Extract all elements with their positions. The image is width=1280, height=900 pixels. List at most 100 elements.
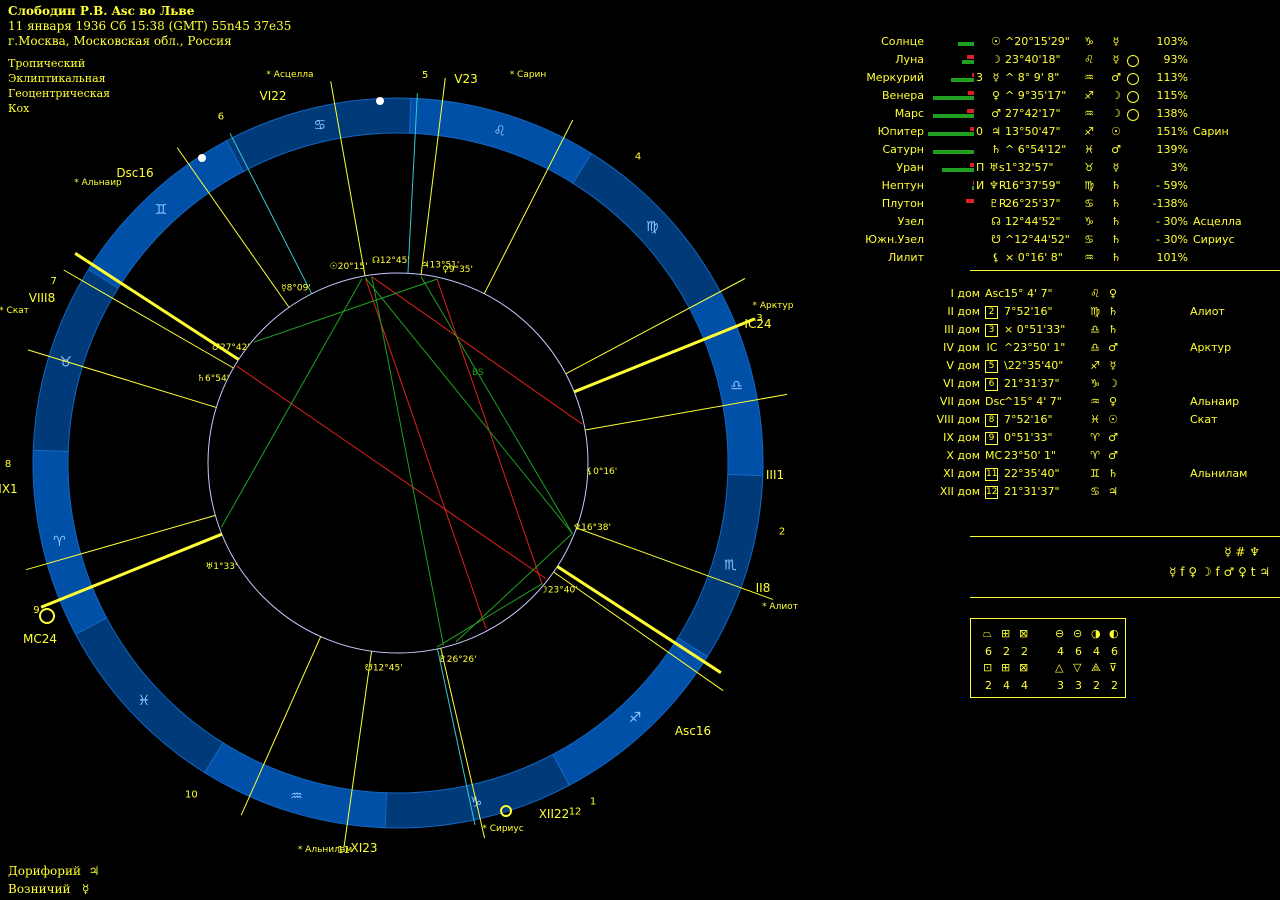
house-cusp-position: × 0°51'33" — [1004, 323, 1066, 336]
sign-icon: ♓ — [1090, 413, 1100, 426]
jupiter-icon: ♃ — [88, 864, 100, 878]
planet-name: Узел — [897, 215, 924, 228]
planet-icon: ☿ — [992, 71, 1000, 84]
house-row[interactable]: X дом MC 23°50' 1" ♈ ♂ — [850, 447, 1280, 465]
house-row[interactable]: XII дом 12 21°31'37" ♋ ♃ — [850, 483, 1280, 501]
house-number: 1 — [590, 797, 596, 808]
planet-position: ^ 9°35'17" — [1005, 89, 1067, 102]
planet-row[interactable]: Нептун И ♆R 16°37'59" ♍ ♄ - 59% — [850, 177, 1280, 195]
house-name: V дом — [946, 359, 980, 372]
planet-position: 16°37'59" — [1005, 179, 1061, 192]
planet-strength-bar — [928, 53, 974, 67]
sign-icon: ♓ — [1084, 143, 1094, 156]
sign-icon: ♑ — [1090, 377, 1100, 390]
house-row[interactable]: XI дом 11 22°35'40" ♊ ♄ Альнилам — [850, 465, 1280, 483]
stat-value: 6 — [1075, 645, 1082, 658]
planet-icon: ♂ — [991, 107, 1001, 120]
planet-row[interactable]: Южн.Узел ☋ ^12°44'52" ♋ ♄ - 30% Сириус — [850, 231, 1280, 249]
planet-row[interactable]: Плутон ♇R 26°25'37" ♋ ♄ -138% — [850, 195, 1280, 213]
ruler-icon: ♂ — [1111, 71, 1121, 84]
house-row[interactable]: VIII дом 8 7°52'16" ♓ ☉ Скат — [850, 411, 1280, 429]
sign-icon: ♒ — [1084, 71, 1094, 84]
ruler-icon: ☽ — [1111, 107, 1121, 120]
ruler-icon: ☿ — [1112, 53, 1120, 66]
planet-strength-bar — [928, 197, 974, 211]
ruler-icon: ♀ — [1108, 287, 1118, 300]
chart-footer: Дорифорий ♃ Возничий ☿ — [8, 862, 99, 898]
sign-icon: ♊ — [1090, 467, 1100, 480]
zodiac-sector — [677, 473, 764, 658]
houses-table: I дом Asc 15° 4' 7" ♌ ♀ II дом 2 7°52'16" ♍ ♄ Али… — [850, 285, 1280, 501]
planet-row[interactable]: Солнце ☉ ^20°15'29" ♑ ☿ 103% — [850, 33, 1280, 51]
ruler-icon: ♀ — [1108, 395, 1118, 408]
house-row[interactable]: II дом 2 7°52'16" ♍ ♄ Алиот — [850, 303, 1280, 321]
sign-icon: ♈ — [1090, 431, 1100, 444]
quarter-4-icon: ◐ — [1109, 627, 1119, 640]
planet-row[interactable]: Юпитер 0 ♃ 13°50'47" ♐ ☉ 151% Сарин — [850, 123, 1280, 141]
cusp-label: XII22 — [539, 807, 570, 821]
house-row[interactable]: III дом 3 × 0°51'33" ♎ ♄ — [850, 321, 1280, 339]
cusp-label: II8 — [756, 581, 771, 595]
sign-icon: ♌ — [1084, 53, 1094, 66]
fixed-star: Сириус — [1193, 233, 1235, 246]
house-key: 3 — [985, 324, 998, 337]
aspect-line — [371, 276, 583, 425]
house-row[interactable]: V дом 5 \22°35'40" ♐ ☿ — [850, 357, 1280, 375]
house-row[interactable]: VII дом Dsc ^15° 4' 7" ♒ ♀ Альнаир — [850, 393, 1280, 411]
planet-position: 23°40'18" — [1005, 53, 1061, 66]
stat-value: 2 — [1093, 679, 1100, 692]
planet-row[interactable]: Марс ♂ 27°42'17" ♒ ☽ 138% — [850, 105, 1280, 123]
planet-strength: 103% — [1156, 35, 1188, 48]
planet-row[interactable]: Лилит ⚸ × 0°16' 8" ♒ ♄ 101% — [850, 249, 1280, 267]
planet-strength-bar — [928, 179, 974, 193]
house-number: 9 — [33, 605, 39, 616]
planet-position: × 0°16' 8" — [1005, 251, 1063, 264]
planet-row[interactable]: Луна ☽ 23°40'18" ♌ ☿ 93% — [850, 51, 1280, 69]
planet-row[interactable]: Сатурн ♄ ^ 6°54'12" ♓ ♂ 139% — [850, 141, 1280, 159]
planet-strength: 138% — [1156, 107, 1188, 120]
zodiac-sign-icon: ♏ — [724, 558, 737, 574]
sign-icon: ♈ — [1090, 449, 1100, 462]
zodiac-sign-icon: ♌ — [493, 124, 506, 140]
cusp-label: IC24 — [744, 317, 771, 331]
planet-strength: 151% — [1156, 125, 1188, 138]
fixed-star-label: * Альнилам — [298, 845, 352, 855]
planet-row[interactable]: Уран П ♅s 1°32'57" ♉ ☿ 3% — [850, 159, 1280, 177]
house-cusp-position: 21°31'37" — [1004, 485, 1060, 498]
planet-icon: ♃ — [991, 125, 1001, 138]
house-row[interactable]: VI дом 6 21°31'37" ♑ ☽ — [850, 375, 1280, 393]
sign-icon: ♉ — [1084, 161, 1094, 174]
planet-icon: ♆R — [989, 179, 1007, 192]
planet-strength: 3% — [1170, 161, 1188, 174]
charioteer-label: Возничий — [8, 882, 71, 896]
house-key: Asc — [985, 287, 1005, 300]
house-key: 5 — [985, 360, 998, 373]
zodiac-sign-icon: ♈ — [53, 534, 66, 550]
planet-position: 27°42'17" — [1005, 107, 1061, 120]
stat-value: 6 — [1111, 645, 1118, 658]
water-icon: ▽ — [1073, 661, 1082, 674]
house-cusp-position: ^23°50' 1" — [1004, 341, 1066, 354]
planet-name: Солнце — [881, 35, 924, 48]
planet-row[interactable]: Узел ☊ 12°44'52" ♑ ♄ - 30% Асцелла — [850, 213, 1280, 231]
zodiac-sector — [225, 97, 412, 173]
planet-degree-label: ☉20°15' — [330, 262, 368, 272]
house-cusp-position: ^15° 4' 7" — [1004, 395, 1062, 408]
zodiac-sign-icon: ♒ — [290, 788, 303, 804]
house-row[interactable]: I дом Asc 15° 4' 7" ♌ ♀ — [850, 285, 1280, 303]
square-dot-icon: ⊡ — [983, 661, 993, 674]
planet-degree-label: ☋12°45' — [365, 664, 403, 674]
grid-icon: ⊞ — [1001, 661, 1011, 674]
house-row[interactable]: IV дом IC ^23°50' 1" ♎ ♂ Арктур — [850, 339, 1280, 357]
sign-icon: ♋ — [1084, 197, 1094, 210]
ruler-icon: ♃ — [1108, 485, 1118, 498]
mc-marker — [39, 608, 55, 624]
planet-row[interactable]: Меркурий 3 ☿ ^ 8° 9' 8" ♒ ♂ 113% — [850, 69, 1280, 87]
house-name: I дом — [950, 287, 980, 300]
house-row[interactable]: IX дом 9 0°51'33" ♈ ♂ — [850, 429, 1280, 447]
fixed-star-label: * Сарин — [510, 70, 547, 80]
sign-icon: ♍ — [1084, 179, 1094, 192]
planet-strength: - 30% — [1156, 233, 1188, 246]
sign-icon: ♒ — [1090, 395, 1100, 408]
planet-row[interactable]: Венера ♀ ^ 9°35'17" ♐ ☽ 115% — [850, 87, 1280, 105]
